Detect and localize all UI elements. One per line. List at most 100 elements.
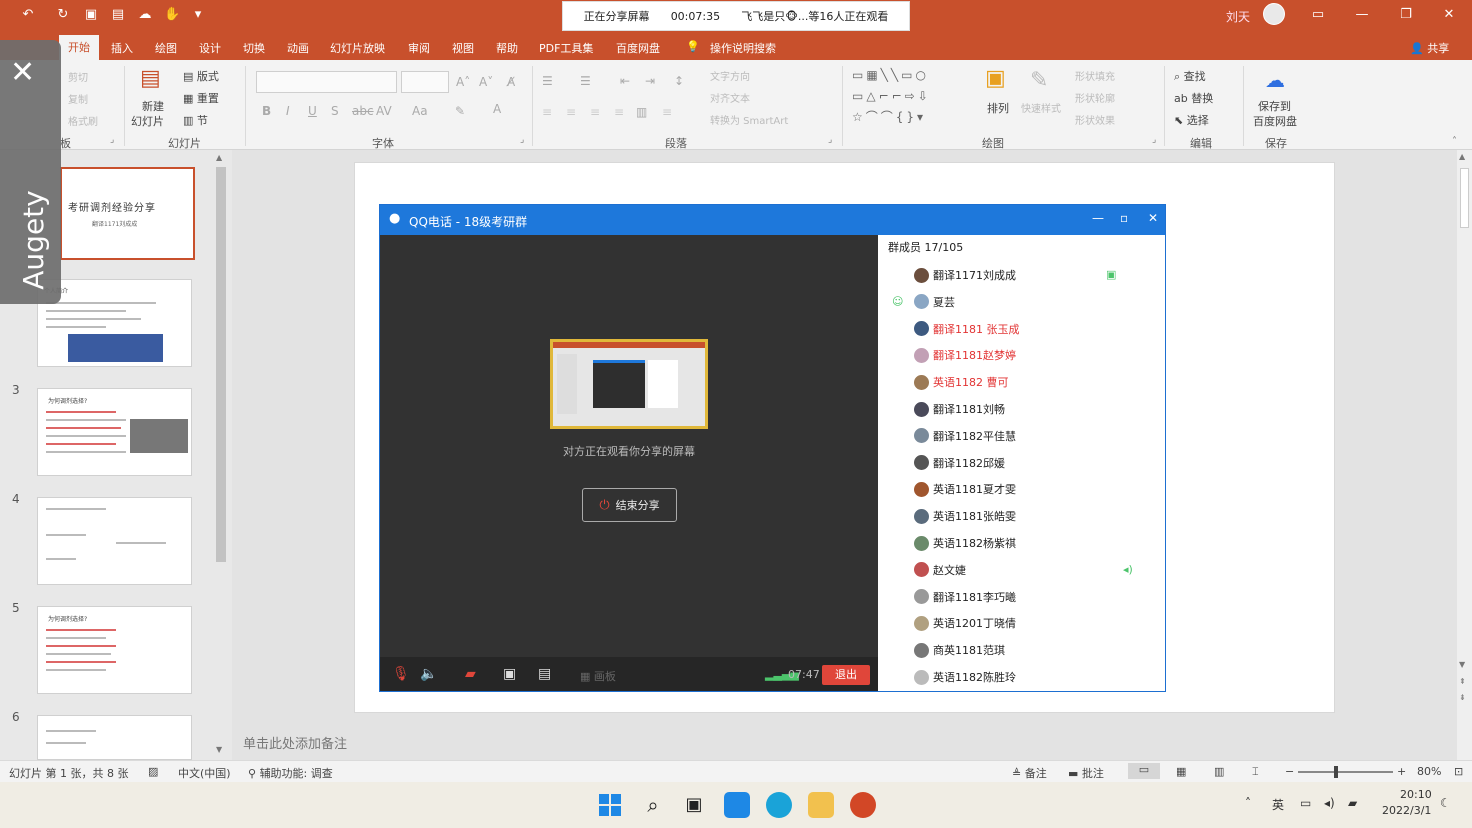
smartart-button[interactable]: 转换为 SmartArt: [710, 112, 788, 127]
zoom-slider-thumb[interactable]: [1334, 766, 1338, 778]
scrollbar-thumb[interactable]: [216, 167, 226, 562]
fit-slide-icon[interactable]: ⊡: [1454, 765, 1463, 778]
edge-browser-icon[interactable]: [766, 792, 792, 818]
save-to-label[interactable]: 保存到: [1258, 98, 1291, 114]
tab-slideshow[interactable]: 幻灯片放映: [330, 40, 385, 56]
reset-button[interactable]: ▦ 重置: [183, 90, 219, 106]
font-color-icon[interactable]: A: [493, 102, 501, 116]
member-row[interactable]: 赵文婕: [914, 560, 1154, 580]
redo-icon[interactable]: ↻: [55, 7, 71, 23]
more-icon[interactable]: ▾: [190, 7, 206, 23]
highlight-icon[interactable]: ✎: [455, 104, 465, 118]
ribbon-display-icon[interactable]: ▭: [1308, 6, 1328, 24]
dialog-launcher-icon[interactable]: ⌟: [828, 135, 832, 145]
replace-button[interactable]: ab 替换: [1174, 90, 1213, 106]
reading-view-icon[interactable]: ▥: [1214, 765, 1224, 778]
distribute-icon[interactable]: ≡: [662, 105, 672, 119]
tab-insert[interactable]: 插入: [111, 40, 133, 56]
present-icon[interactable]: ▣: [83, 7, 99, 23]
new-slide-label[interactable]: 新建: [142, 98, 164, 114]
slide-thumbnail-1[interactable]: 考研调剂经验分享 翻译1171刘成成: [60, 167, 195, 260]
scroll-up-icon[interactable]: ▲: [1459, 152, 1465, 161]
text-direction-button[interactable]: 文字方向: [710, 68, 750, 83]
present-screen-icon[interactable]: ▤: [538, 666, 551, 682]
zoom-in-icon[interactable]: +: [1397, 765, 1406, 778]
share-button[interactable]: 👤 共享: [1410, 40, 1449, 56]
tab-review[interactable]: 审阅: [408, 40, 430, 56]
shared-screen-preview[interactable]: [550, 339, 708, 429]
columns-icon[interactable]: ▥: [636, 105, 647, 119]
slide-thumbnail-4[interactable]: [37, 497, 192, 585]
quick-styles-label[interactable]: 快速样式: [1021, 100, 1061, 115]
exit-call-button[interactable]: 退出: [822, 665, 870, 685]
zoom-level[interactable]: 80%: [1417, 765, 1441, 778]
member-row[interactable]: 翻译1182平佳慧: [914, 426, 1154, 446]
align-center-icon[interactable]: ≡: [566, 105, 576, 119]
slideshow-view-icon[interactable]: ⌶: [1252, 765, 1259, 779]
previous-slide-icon[interactable]: ⇞: [1459, 677, 1466, 686]
member-row[interactable]: 英语1201丁晓倩: [914, 613, 1154, 633]
align-text-button[interactable]: 对齐文本: [710, 90, 750, 105]
ime-indicator[interactable]: 英: [1272, 796, 1284, 813]
tell-me-search[interactable]: 操作说明搜索: [710, 40, 776, 56]
end-share-button[interactable]: ⏻ 结束分享: [582, 488, 677, 522]
tab-baidu[interactable]: 百度网盘: [616, 40, 660, 56]
close-icon[interactable]: ✕: [1439, 6, 1459, 24]
notes-placeholder[interactable]: 单击此处添加备注: [243, 733, 347, 752]
shapes-gallery-row-3[interactable]: ☆⌒⌒{}▾: [852, 108, 926, 125]
notification-icon[interactable]: ☾: [1440, 796, 1451, 810]
main-scrollbar[interactable]: ▲ ▼ ⇞ ⇟: [1457, 150, 1472, 760]
baidu-netdisk-label[interactable]: 百度网盘: [1253, 113, 1297, 129]
line-spacing-icon[interactable]: ↕: [674, 74, 684, 88]
member-row[interactable]: 英语1181夏才雯: [914, 479, 1154, 499]
tab-design[interactable]: 设计: [199, 40, 221, 56]
slide-thumbnail-3[interactable]: 为何调剂选择?: [37, 388, 192, 476]
member-row[interactable]: 英语1182 曹可: [914, 372, 1154, 392]
notes-button[interactable]: ≜ 备注: [1012, 765, 1047, 781]
clock-time[interactable]: 20:10: [1400, 788, 1432, 801]
zoom-out-icon[interactable]: −: [1285, 765, 1294, 778]
member-row[interactable]: 翻译1181赵梦婷: [914, 345, 1154, 365]
slide-thumbnail-6[interactable]: [37, 715, 192, 760]
user-name[interactable]: 刘天: [1226, 8, 1250, 25]
numbering-icon[interactable]: ☰: [580, 74, 591, 88]
tab-animations[interactable]: 动画: [287, 40, 309, 56]
slide-sorter-icon[interactable]: ▦: [1176, 765, 1186, 778]
tab-help[interactable]: 帮助: [496, 40, 518, 56]
battery-icon[interactable]: ▰: [1348, 796, 1357, 810]
member-row[interactable]: 翻译1181李巧曦: [914, 587, 1154, 607]
strikethrough-icon[interactable]: abc: [352, 104, 374, 118]
qq-minimize-icon[interactable]: —: [1092, 211, 1104, 225]
member-row[interactable]: 翻译1181 张玉成: [914, 319, 1154, 339]
copy-button[interactable]: 复制: [68, 91, 88, 106]
font-name-input[interactable]: [256, 71, 397, 93]
qq-app-icon[interactable]: [808, 792, 834, 818]
shadow-icon[interactable]: S: [331, 104, 339, 118]
dialog-launcher-icon[interactable]: ⌟: [520, 135, 524, 145]
member-row[interactable]: 翻译1181刘畅: [914, 399, 1154, 419]
accessibility-status[interactable]: ⚲ 辅助功能: 调查: [248, 765, 333, 781]
tray-expand-icon[interactable]: ˄: [1245, 796, 1251, 810]
qq-close-icon[interactable]: ✕: [1148, 211, 1158, 225]
member-row[interactable]: 英语1182杨紫祺: [914, 533, 1154, 553]
maximize-icon[interactable]: ❐: [1396, 6, 1416, 24]
increase-indent-icon[interactable]: ⇥: [645, 74, 655, 88]
member-row[interactable]: 翻译1182邱媛: [914, 453, 1154, 473]
quick-styles-icon[interactable]: ✎: [1030, 68, 1048, 93]
powerpoint-app-icon[interactable]: [850, 792, 876, 818]
member-row[interactable]: 英语1182陈胜玲: [914, 667, 1154, 687]
tab-draw[interactable]: 绘图: [155, 40, 177, 56]
new-slide-label-2[interactable]: 幻灯片: [131, 113, 164, 129]
align-right-icon[interactable]: ≡: [590, 105, 600, 119]
thumbnail-scrollbar[interactable]: ▲ ▼: [215, 153, 229, 760]
scroll-down-icon[interactable]: ▼: [1459, 660, 1465, 669]
undo-icon[interactable]: ↶: [20, 7, 36, 23]
tab-home[interactable]: 开始: [59, 35, 99, 60]
zoom-slider[interactable]: [1298, 766, 1393, 778]
next-slide-icon[interactable]: ⇟: [1459, 693, 1466, 702]
touch-icon[interactable]: ✋: [164, 7, 180, 23]
slide-thumbnail-5[interactable]: 为何调剂选择?: [37, 606, 192, 694]
close-overlay-icon[interactable]: ✕: [10, 58, 35, 88]
arrange-label[interactable]: 排列: [987, 100, 1009, 116]
shape-outline-button[interactable]: 形状轮廓: [1075, 90, 1115, 105]
